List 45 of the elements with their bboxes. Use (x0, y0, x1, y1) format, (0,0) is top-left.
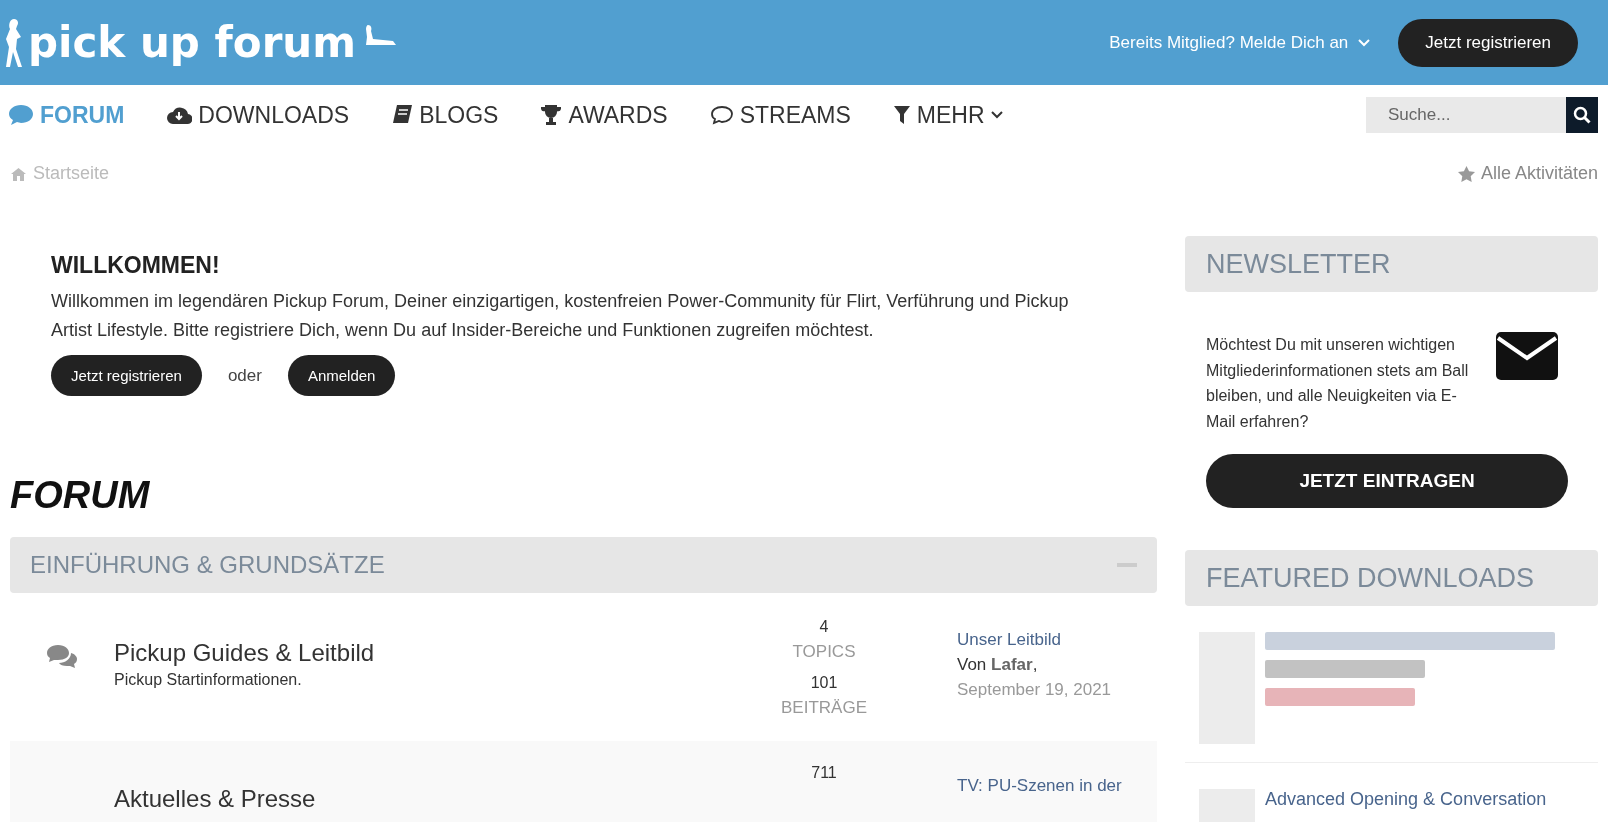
forum-title-link[interactable]: Pickup Guides & Leitbild (114, 639, 375, 666)
last-post-link[interactable]: TV: PU-Szenen in der (957, 776, 1122, 795)
newsletter-text: Möchtest Du mit unseren wichtigen Mitgliederinformationen stets am Ball bleiben, und alle Neuigkeiten via E-Mail erfahren? (1206, 335, 1470, 432)
all-activity-link[interactable]: Alle Aktivitäten (1457, 163, 1598, 184)
reclining-figure-icon (364, 22, 398, 47)
speech-bubble-icon (709, 105, 734, 125)
topics-label: TOPICS (791, 641, 857, 663)
filter-icon (892, 105, 911, 125)
nav-tab[interactable]: STREAMS (709, 101, 851, 129)
caret-icon (1358, 38, 1371, 47)
welcome-heading: WILLKOMMEN! (51, 252, 221, 279)
or-text: oder (227, 365, 262, 386)
login-button[interactable]: Anmelden (287, 355, 396, 396)
trophy-icon (540, 104, 563, 126)
speech-bubble-icon (8, 104, 34, 126)
subscribe-button[interactable]: JETZT EINTRAGEN (1206, 454, 1568, 508)
book-icon (391, 104, 414, 126)
post-date: September 19, 2021 (957, 679, 1113, 701)
featured-heading: FEATURED DOWNLOADS (1185, 550, 1598, 606)
search-icon (1573, 106, 1591, 124)
forum-heading: FORUM (10, 474, 151, 517)
topic-count: 711 (810, 763, 838, 783)
forum-description: Pickup Startinformationen. (114, 671, 303, 689)
download-title-link[interactable]: Advanced Opening & Conversation (1265, 789, 1547, 822)
cloud-download-icon (166, 105, 193, 125)
forum-title-link[interactable]: Aktuelles & Presse (114, 785, 316, 812)
nav-tab[interactable]: BLOGS (391, 101, 499, 129)
post-count: 101 (809, 673, 839, 693)
last-post-link[interactable]: Unser Leitbild (957, 630, 1061, 649)
envelope-icon (1496, 332, 1558, 380)
nav-tab[interactable]: DOWNLOADS (166, 101, 350, 129)
nav-tab[interactable]: AWARDS (540, 101, 668, 129)
author-line: Von Lafar, (957, 654, 1039, 676)
search-button[interactable] (1566, 97, 1598, 133)
chat-bubbles-icon (45, 643, 79, 671)
nav-tab[interactable]: MEHR (892, 101, 1003, 129)
register-button[interactable]: Jetzt registrieren (1398, 18, 1578, 67)
topic-count: 4 (818, 617, 830, 637)
welcome-text: Willkommen im legendären Pickup Forum, Deiner einzigartigen, kostenfreien Power-Community für Flirt, Verführung und Pickup Artist Lifestyle. Bitte registriere Dich, wenn Du auf Insider-Bereiche und Funktionen zugreifen möchtest. (51, 290, 1070, 342)
home-icon (10, 166, 27, 181)
newsletter-heading: NEWSLETTER (1185, 236, 1598, 292)
search-field[interactable]: Suche... (1366, 97, 1566, 133)
register-button[interactable]: Jetzt registrieren (51, 355, 202, 396)
posts-label: BEITRÄGE (780, 697, 868, 719)
star-icon (1457, 165, 1475, 182)
